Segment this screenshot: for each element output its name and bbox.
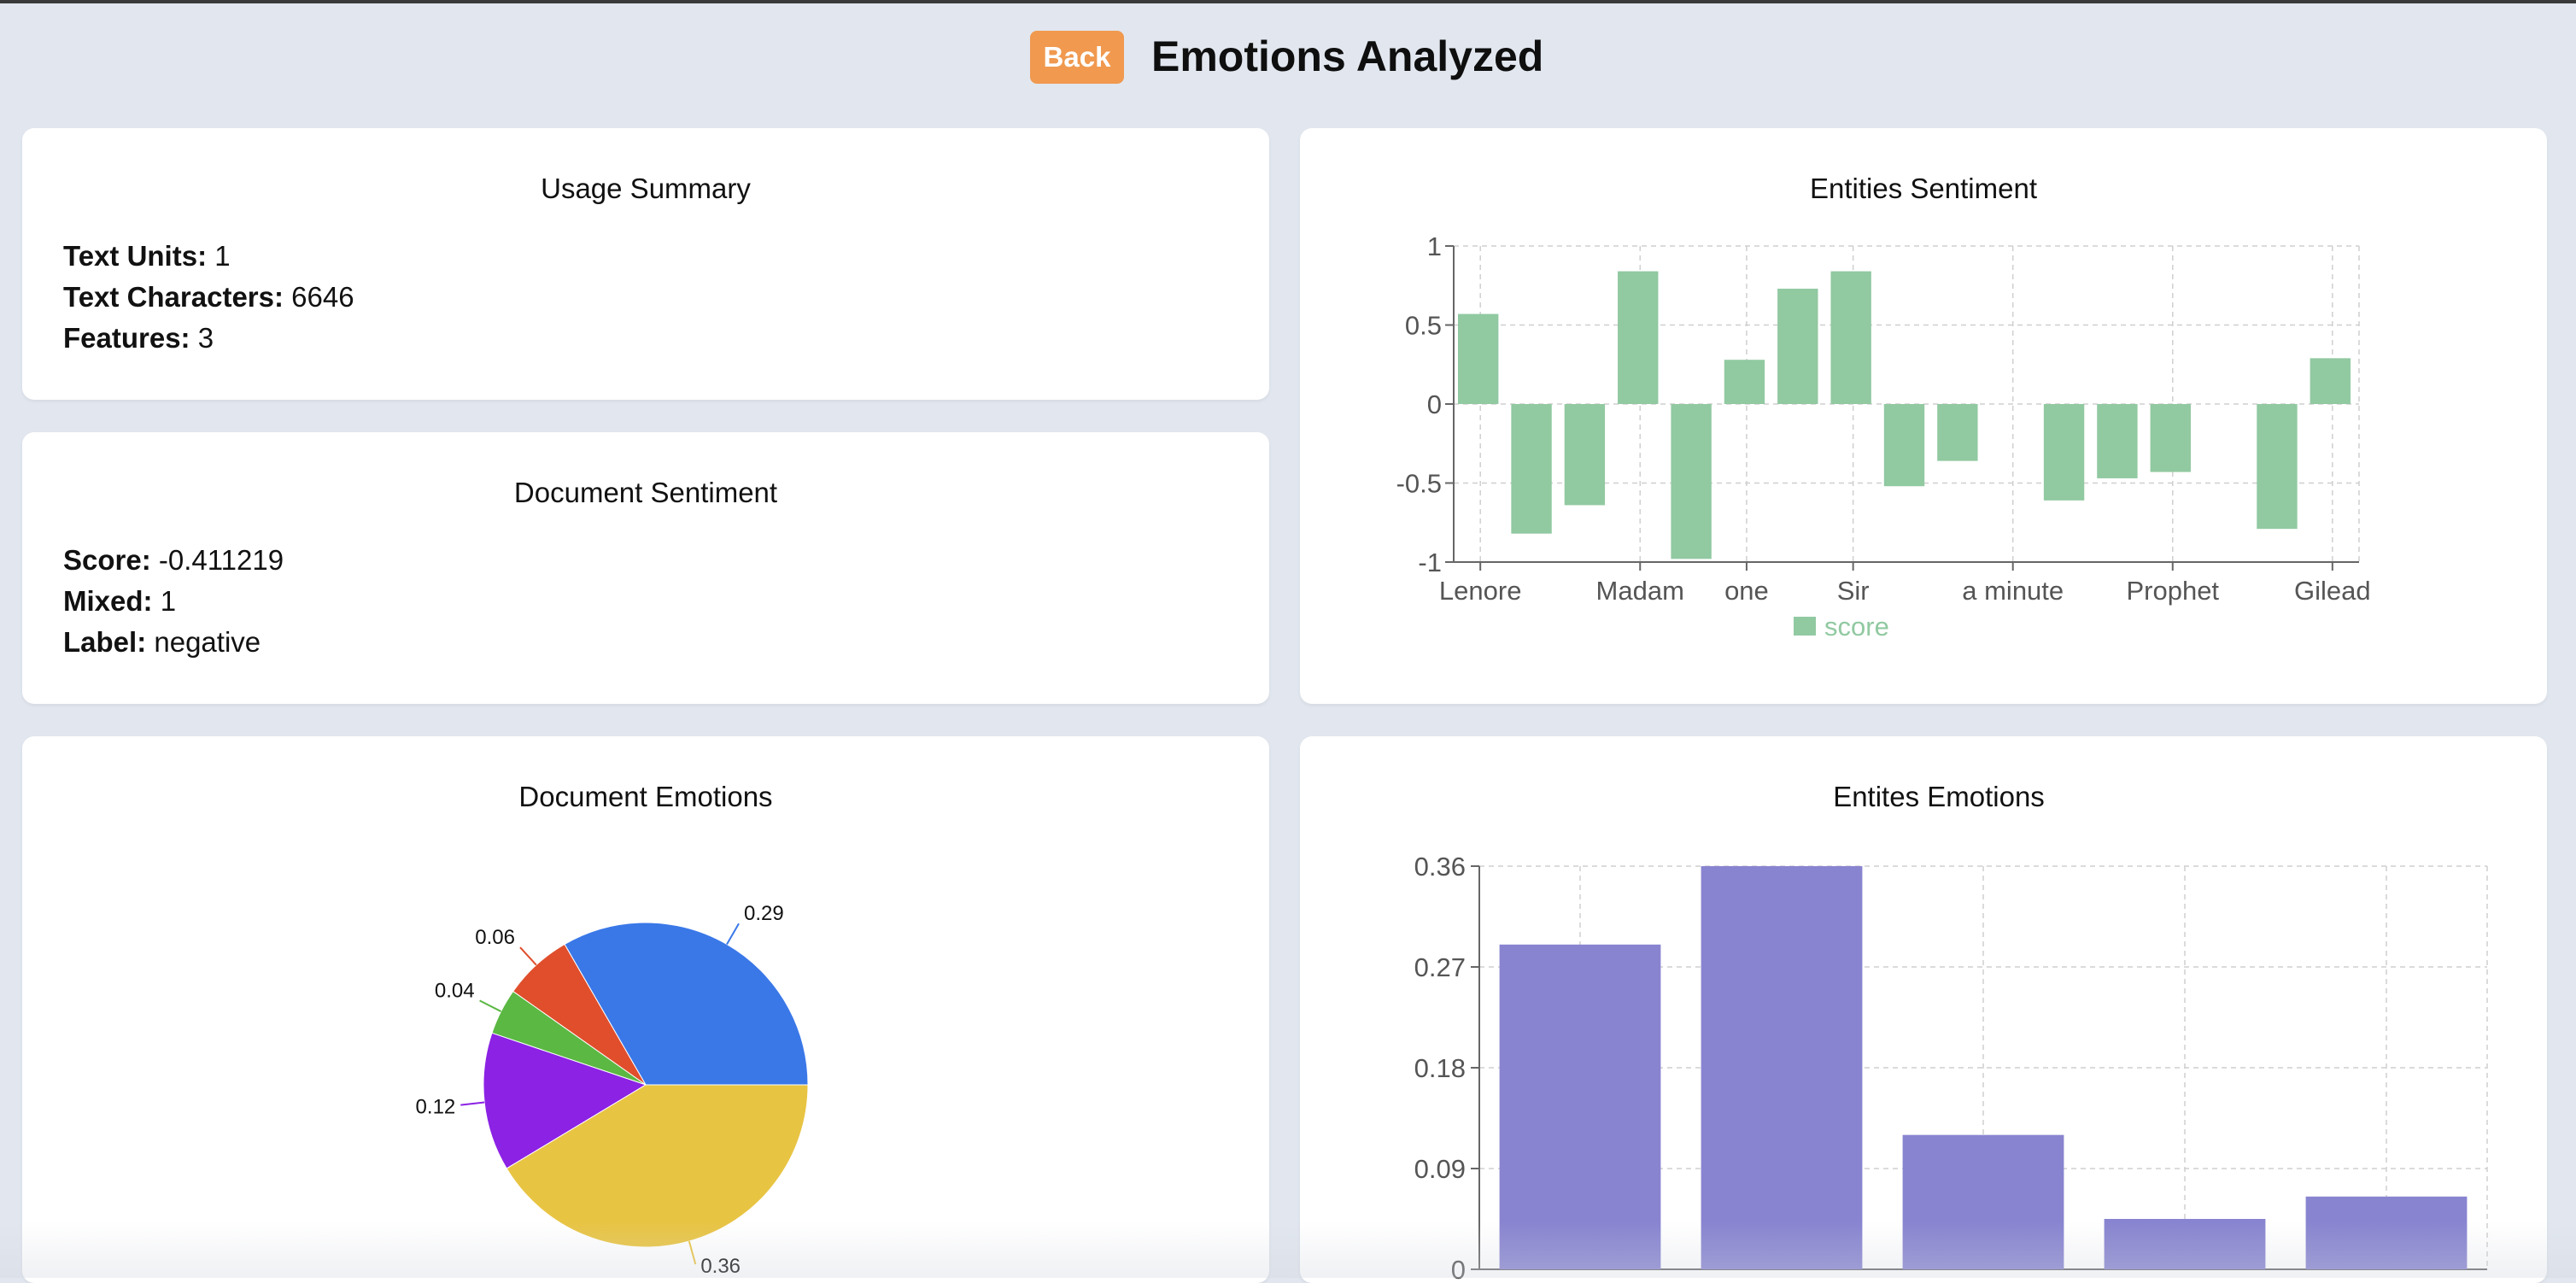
- emotion-bar: [1499, 944, 1661, 1269]
- x-tick-label: Prophet: [2126, 576, 2219, 606]
- pie-label: 0.06: [475, 926, 515, 949]
- legend-label: score: [1824, 612, 1889, 642]
- mixed-value: 1: [160, 585, 177, 617]
- y-tick-label: -1: [1418, 548, 1442, 577]
- y-tick-label: 1: [1427, 231, 1442, 261]
- sentiment-bar: [1618, 271, 1659, 404]
- sentiment-label-value: negative: [154, 626, 261, 658]
- text-characters-value: 6646: [291, 281, 354, 313]
- x-tick-label: one: [1724, 576, 1769, 606]
- pie-label-line: [460, 1101, 485, 1106]
- sentiment-bar: [1671, 404, 1712, 559]
- pie-label-line: [479, 999, 502, 1012]
- mixed-row: Mixed: 1: [63, 581, 176, 622]
- sentiment-bar: [2257, 404, 2298, 530]
- emotion-bar: [2104, 1219, 2266, 1269]
- emotion-bar: [1701, 866, 1863, 1269]
- usage-summary-title: Usage Summary: [541, 173, 751, 204]
- x-tick-label: Madam: [1596, 576, 1684, 606]
- sentiment-bar: [2150, 404, 2191, 472]
- window-top-border: [0, 0, 2576, 3]
- y-tick-label: 0.27: [1414, 952, 1466, 982]
- entities-sentiment-card: Entities Sentiment 1 0.5 0 -0.5 -1 Lenore Mada…: [1300, 128, 2547, 704]
- sentiment-bar: [1457, 313, 1499, 404]
- sentiment-bar: [2043, 404, 2085, 501]
- pie-label-line: [688, 1240, 697, 1265]
- sentiment-bar: [2097, 404, 2138, 478]
- score-value: -0.411219: [158, 544, 284, 576]
- y-tick-label: 0.18: [1414, 1053, 1466, 1083]
- y-tick-label: 0.36: [1414, 852, 1466, 882]
- sentiment-label-row: Label: negative: [63, 622, 261, 663]
- document-sentiment-card: Document Sentiment Score: -0.411219 Mixe…: [22, 432, 1269, 704]
- text-units-value: 1: [214, 240, 231, 272]
- pie-label-line: [519, 946, 537, 966]
- sentiment-bar: [2310, 358, 2351, 404]
- emotion-bar: [1902, 1134, 2064, 1269]
- score-label: Score:: [63, 544, 151, 576]
- page-header: Back Emotions Analyzed: [0, 29, 2576, 84]
- sentiment-label-key: Label:: [63, 626, 147, 658]
- pie-label-line: [726, 923, 740, 945]
- features-row: Features: 3: [63, 318, 214, 359]
- sentiment-bar: [1937, 404, 1978, 461]
- legend-swatch: [1794, 617, 1816, 636]
- sentiment-bar: [1564, 404, 1606, 506]
- sentiment-bar: [1883, 404, 1925, 487]
- y-tick-label: 0.09: [1414, 1154, 1466, 1184]
- x-tick-label: Gilead: [2294, 576, 2371, 606]
- page-title: Emotions Analyzed: [1151, 32, 1544, 80]
- score-row: Score: -0.411219: [63, 540, 284, 581]
- entities-emotions-chart: 0.36 0.27 0.18 0.09 0: [1414, 852, 2488, 1283]
- back-button[interactable]: Back: [1030, 31, 1124, 84]
- pie-label: 0.36: [700, 1255, 741, 1278]
- sentiment-bar: [1724, 360, 1765, 404]
- emotion-bar: [2305, 1196, 2468, 1269]
- y-tick-label: -0.5: [1396, 469, 1442, 499]
- sentiment-bar: [1511, 404, 1552, 534]
- usage-summary-card: Usage Summary Text Units: 1 Text Charact…: [22, 128, 1269, 400]
- document-sentiment-title: Document Sentiment: [513, 477, 778, 508]
- y-tick-label: 0: [1427, 390, 1442, 419]
- y-tick-label: 0: [1451, 1255, 1466, 1283]
- pie-label: 0.29: [744, 902, 784, 925]
- mixed-label: Mixed:: [63, 585, 153, 617]
- features-value: 3: [197, 322, 214, 354]
- text-characters-label: Text Characters:: [63, 281, 284, 313]
- document-emotions-card: Document Emotions 0.29 0.06 0.04 0.12 0.36: [22, 736, 1269, 1283]
- text-characters-row: Text Characters: 6646: [63, 277, 354, 318]
- y-tick-label: 0.5: [1405, 311, 1442, 341]
- text-units-label: Text Units:: [63, 240, 208, 272]
- x-tick-label: a minute: [1962, 576, 2064, 606]
- document-emotions-pie-chart: 0.29 0.06 0.04 0.12 0.36: [416, 902, 809, 1278]
- features-label: Features:: [63, 322, 190, 354]
- entities-emotions-card: Entites Emotions 0.36 0.27 0.18 0.09 0: [1300, 736, 2547, 1283]
- sentiment-bar: [1830, 271, 1871, 404]
- sentiment-bar: [1777, 288, 1818, 404]
- text-units-row: Text Units: 1: [63, 236, 231, 277]
- pie-label: 0.04: [435, 979, 475, 1002]
- x-tick-label: Sir: [1837, 576, 1870, 606]
- x-tick-label: Lenore: [1439, 576, 1522, 606]
- entities-sentiment-chart: 1 0.5 0 -0.5 -1Lenore Madam one Sir a minute Prop…: [1396, 231, 2371, 642]
- pie-label: 0.12: [416, 1096, 456, 1119]
